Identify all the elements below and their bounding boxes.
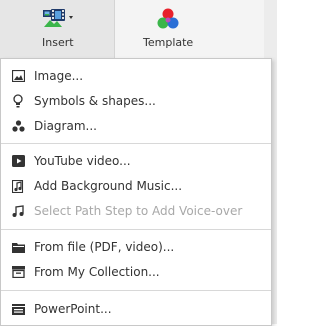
menu-item-label: Add Background Music...	[34, 179, 183, 193]
menu-item-diagram[interactable]: Diagram...	[1, 114, 271, 138]
template-icon	[157, 8, 179, 34]
collection-icon	[11, 265, 25, 279]
menu-item-image[interactable]: Image...	[1, 64, 271, 88]
insert-media-icon	[42, 8, 74, 34]
menu-item-label: PowerPoint...	[34, 302, 112, 316]
menu-item-label: From My Collection...	[34, 265, 160, 279]
image-icon	[11, 69, 25, 83]
menu-item-symbols-shapes[interactable]: Symbols & shapes...	[1, 89, 271, 113]
menu-item-powerpoint[interactable]: PowerPoint...	[1, 297, 271, 321]
menu-item-label: YouTube video...	[34, 154, 131, 168]
menu-item-label: Symbols & shapes...	[34, 94, 156, 108]
diagram-icon	[11, 119, 25, 133]
voice-note-icon	[11, 204, 25, 218]
lightbulb-icon	[11, 94, 25, 108]
insert-dropdown-menu: Image... Symbols & shapes... Diagram...	[0, 58, 272, 326]
menu-item-youtube[interactable]: YouTube video...	[1, 149, 271, 173]
menu-item-label: Diagram...	[34, 119, 97, 133]
youtube-icon	[11, 154, 25, 168]
powerpoint-icon	[11, 302, 25, 316]
menu-separator	[1, 290, 271, 291]
menu-item-from-file[interactable]: From file (PDF, video)...	[1, 235, 271, 259]
template-label: Template	[143, 36, 194, 49]
menu-item-voice-over: Select Path Step to Add Voice-over	[1, 199, 271, 223]
insert-button[interactable]: Insert	[0, 0, 115, 58]
toolbar: Insert Template	[0, 0, 277, 58]
menu-separator	[1, 229, 271, 230]
menu-item-label: Select Path Step to Add Voice-over	[34, 204, 243, 218]
template-button[interactable]: Template	[114, 0, 220, 58]
folder-icon	[11, 240, 25, 254]
menu-item-background-music[interactable]: Add Background Music...	[1, 174, 271, 198]
insert-label: Insert	[42, 36, 74, 49]
menu-item-my-collection[interactable]: From My Collection...	[1, 260, 271, 284]
music-note-icon	[11, 179, 25, 193]
menu-separator	[1, 143, 271, 144]
menu-item-label: Image...	[34, 69, 84, 83]
menu-item-label: From file (PDF, video)...	[34, 240, 175, 254]
